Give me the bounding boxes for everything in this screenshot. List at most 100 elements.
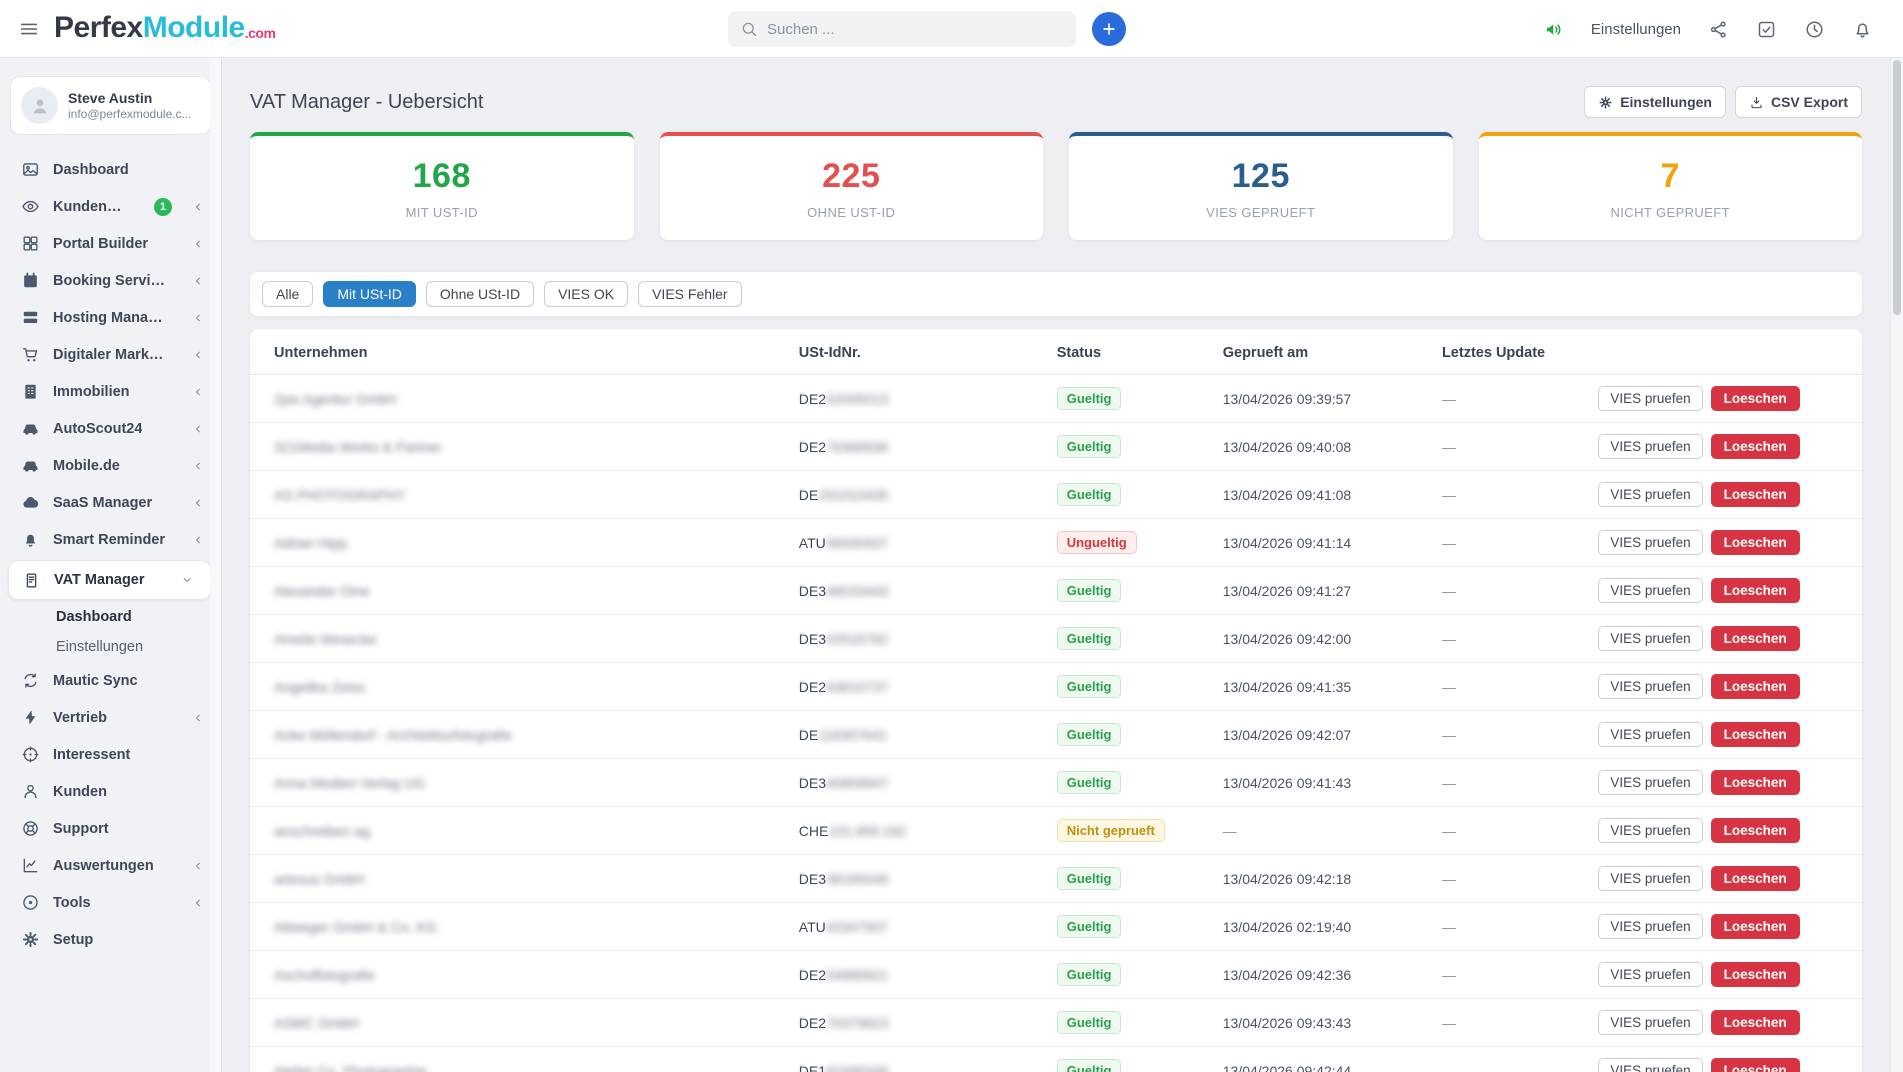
delete-button[interactable]: Loeschen xyxy=(1711,1010,1800,1035)
sidebar-item-digitaler-marktplatz[interactable]: Digitaler Marktplatz xyxy=(0,336,221,373)
status-badge: Ungueltig xyxy=(1057,531,1137,554)
sidebar-subitem-dashboard[interactable]: Dashboard xyxy=(0,602,221,632)
sidebar-item-saas-manager[interactable]: SaaS Manager xyxy=(0,484,221,521)
chevron-left-icon xyxy=(191,533,205,547)
notification-badge: 1 xyxy=(154,198,172,216)
sidebar-item-mautic-sync[interactable]: Mautic Sync xyxy=(0,662,221,699)
vies-check-button[interactable]: VIES pruefen xyxy=(1598,1010,1702,1035)
chevron-left-icon xyxy=(191,274,205,288)
delete-button[interactable]: Loeschen xyxy=(1711,770,1800,795)
sidebar-item-immobilien[interactable]: Immobilien xyxy=(0,373,221,410)
sidebar-item-smart-reminder[interactable]: Smart Reminder xyxy=(0,521,221,558)
delete-button[interactable]: Loeschen xyxy=(1711,818,1800,843)
table-row: Aschoffotografie DE254980821 Gueltig 13/… xyxy=(250,951,1862,999)
vies-check-button[interactable]: VIES pruefen xyxy=(1598,866,1702,891)
delete-button[interactable]: Loeschen xyxy=(1711,1058,1800,1072)
sidebar-item-support[interactable]: Support xyxy=(0,810,221,847)
settings-button[interactable]: Einstellungen xyxy=(1584,86,1726,118)
user-profile-card[interactable]: Steve Austin info@perfexmodule.c... xyxy=(10,76,211,135)
menu-icon[interactable] xyxy=(18,18,40,40)
filter-chip-ohne-ust-id[interactable]: Ohne USt-ID xyxy=(426,281,534,307)
sound-icon[interactable] xyxy=(1543,19,1564,40)
delete-button[interactable]: Loeschen xyxy=(1711,962,1800,987)
delete-button[interactable]: Loeschen xyxy=(1711,434,1800,459)
sidebar-item-portal-builder[interactable]: Portal Builder xyxy=(0,225,221,262)
delete-button[interactable]: Loeschen xyxy=(1711,674,1800,699)
delete-button[interactable]: Loeschen xyxy=(1711,386,1800,411)
vies-check-button[interactable]: VIES pruefen xyxy=(1598,770,1702,795)
header-settings-link[interactable]: Einstellungen xyxy=(1591,21,1681,38)
sidebar-item-setup[interactable]: Setup xyxy=(0,921,221,958)
vat-table: UnternehmenUSt-IdNr.StatusGeprueft amLet… xyxy=(250,329,1862,1072)
filter-chip-vies-fehler[interactable]: VIES Fehler xyxy=(638,281,741,307)
company-name: AS PHOTOGRAPHY xyxy=(274,487,405,503)
receipt-icon xyxy=(22,571,41,590)
sidebar-item-label: Mautic Sync xyxy=(53,673,138,689)
company-name: Anke Möllendorf - Architekturfotografie xyxy=(274,727,512,743)
sidebar-item-vertrieb[interactable]: Vertrieb xyxy=(0,699,221,736)
vies-check-button[interactable]: VIES pruefen xyxy=(1598,962,1702,987)
vies-check-button[interactable]: VIES pruefen xyxy=(1598,818,1702,843)
vies-check-button[interactable]: VIES pruefen xyxy=(1598,386,1702,411)
gear-icon xyxy=(1598,95,1613,110)
vies-check-button[interactable]: VIES pruefen xyxy=(1598,1058,1702,1072)
sidebar-item-autoscout24[interactable]: AutoScout24 xyxy=(0,410,221,447)
sidebar-item-kundenaktivit-t[interactable]: Kundenaktivität 1 xyxy=(0,188,221,225)
vies-check-button[interactable]: VIES pruefen xyxy=(1598,434,1702,459)
sidebar-scrollbar[interactable] xyxy=(210,58,221,1072)
delete-button[interactable]: Loeschen xyxy=(1711,866,1800,891)
filter-chip-mit-ust-id[interactable]: Mit USt-ID xyxy=(323,281,416,307)
sidebar-item-dashboard[interactable]: Dashboard xyxy=(0,151,221,188)
app-logo[interactable]: PerfexModule.com xyxy=(54,11,275,45)
delete-button[interactable]: Loeschen xyxy=(1711,482,1800,507)
sidebar-item-hosting-manager[interactable]: Hosting Manager xyxy=(0,299,221,336)
sidebar-item-auswertungen[interactable]: Auswertungen xyxy=(0,847,221,884)
column-header-geprueft-am: Geprueft am xyxy=(1211,329,1430,375)
vies-check-button[interactable]: VIES pruefen xyxy=(1598,578,1702,603)
sidebar-item-mobile-de[interactable]: Mobile.de xyxy=(0,447,221,484)
sidebar-item-label: Tools xyxy=(53,895,91,911)
share-icon[interactable] xyxy=(1708,19,1729,40)
last-update: — xyxy=(1430,567,1586,615)
stat-value: 168 xyxy=(413,157,471,196)
vat-id-blurred: 40809947 xyxy=(826,775,888,791)
add-button[interactable] xyxy=(1092,12,1126,46)
vat-id-prefix: DE2 xyxy=(799,967,826,983)
delete-button[interactable]: Loeschen xyxy=(1711,914,1800,939)
sidebar-item-booking-service[interactable]: Booking Service xyxy=(0,262,221,299)
global-search[interactable] xyxy=(728,11,1076,47)
sidebar-item-vat-manager[interactable]: VAT Manager xyxy=(8,560,211,600)
status-badge: Gueltig xyxy=(1057,483,1122,506)
sidebar-subitem-einstellungen[interactable]: Einstellungen xyxy=(0,632,221,662)
sidebar-item-kunden[interactable]: Kunden xyxy=(0,773,221,810)
vat-id-prefix: DE3 xyxy=(799,583,826,599)
delete-button[interactable]: Loeschen xyxy=(1711,530,1800,555)
vat-table-card: UnternehmenUSt-IdNr.StatusGeprueft amLet… xyxy=(250,329,1862,1072)
clock-icon[interactable] xyxy=(1804,19,1825,40)
check-square-icon[interactable] xyxy=(1756,19,1777,40)
delete-button[interactable]: Loeschen xyxy=(1711,626,1800,651)
scrollbar-thumb[interactable] xyxy=(1893,60,1901,315)
page-scrollbar[interactable] xyxy=(1890,58,1903,1072)
sidebar-item-interessent[interactable]: Interessent xyxy=(0,736,221,773)
sync-icon xyxy=(21,671,40,690)
csv-export-button[interactable]: CSV Export xyxy=(1735,86,1862,118)
vies-check-button[interactable]: VIES pruefen xyxy=(1598,482,1702,507)
filter-chip-alle[interactable]: Alle xyxy=(262,281,313,307)
vies-check-button[interactable]: VIES pruefen xyxy=(1598,914,1702,939)
column-header-actions xyxy=(1586,329,1862,375)
vies-check-button[interactable]: VIES pruefen xyxy=(1598,674,1702,699)
bell-icon[interactable] xyxy=(1852,19,1873,40)
vies-check-button[interactable]: VIES pruefen xyxy=(1598,530,1702,555)
vies-check-button[interactable]: VIES pruefen xyxy=(1598,626,1702,651)
checked-at: 13/04/2026 09:42:00 xyxy=(1211,615,1430,663)
chevron-left-icon xyxy=(191,311,205,325)
company-name: Alexander Dine xyxy=(274,583,370,599)
company-name: artesus GmbH xyxy=(274,871,364,887)
vies-check-button[interactable]: VIES pruefen xyxy=(1598,722,1702,747)
delete-button[interactable]: Loeschen xyxy=(1711,578,1800,603)
delete-button[interactable]: Loeschen xyxy=(1711,722,1800,747)
filter-chip-vies-ok[interactable]: VIES OK xyxy=(544,281,628,307)
search-input[interactable] xyxy=(767,21,1057,38)
sidebar-item-tools[interactable]: Tools xyxy=(0,884,221,921)
